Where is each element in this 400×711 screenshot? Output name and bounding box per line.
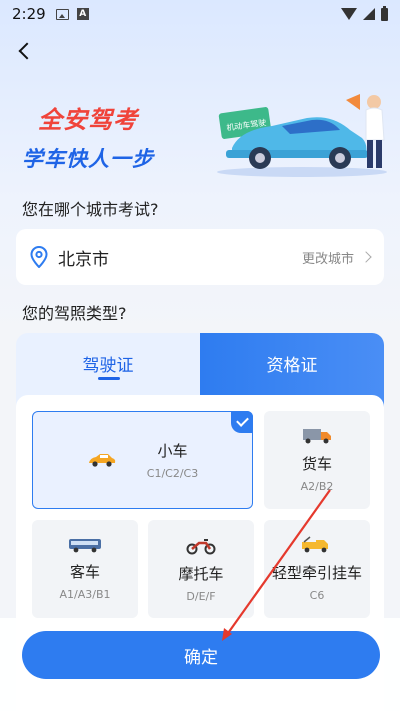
location-pin-icon — [30, 246, 48, 268]
truck-icon — [303, 429, 331, 444]
option-name: 摩托车 — [178, 565, 224, 583]
chevron-right-icon — [360, 251, 372, 263]
tab-driving-license[interactable]: 驾驶证 — [16, 333, 200, 393]
option-name: 小车 — [157, 442, 188, 460]
app-notification-icon: A — [76, 8, 89, 20]
banner-title: 全安驾考 — [38, 106, 138, 134]
status-right — [341, 5, 388, 21]
option-truck[interactable]: 货车 A2/B2 — [264, 411, 370, 509]
battery-icon — [381, 5, 388, 21]
option-codes: C1/C2/C3 — [146, 467, 199, 480]
change-city-label: 更改城市 — [301, 251, 354, 267]
signal-icon — [363, 8, 375, 20]
car-icon — [88, 454, 115, 467]
option-name: 轻型牵引挂车 — [271, 564, 362, 582]
car-illustration: 机动车驾驶 — [217, 94, 387, 177]
tab-qualification-cert[interactable]: 资格证 — [200, 333, 384, 393]
image-notification-icon — [55, 8, 69, 20]
back-arrow-icon — [18, 42, 36, 60]
license-question: 您的驾照类型? — [22, 304, 127, 323]
tow-truck-icon — [302, 536, 328, 553]
option-codes: C6 — [309, 589, 325, 602]
wifi-icon — [341, 8, 357, 20]
status-bar: 2:29 A — [0, 0, 400, 28]
back-button[interactable] — [12, 38, 36, 64]
option-bus[interactable]: 客车 A1/A3/B1 — [32, 520, 138, 618]
banner-slogan: 学车快人一步 — [22, 147, 154, 171]
city-name: 北京市 — [58, 249, 109, 270]
option-codes: A1/A3/B1 — [59, 588, 111, 601]
tab-label: 资格证 — [266, 355, 318, 376]
option-codes: A2/B2 — [300, 480, 334, 493]
option-car[interactable]: 小车 C1/C2/C3 — [32, 411, 253, 509]
city-question: 您在哪个城市考试? — [22, 200, 159, 219]
change-city-link[interactable]: 更改城市 — [301, 248, 372, 267]
confirm-label: 确定 — [184, 647, 218, 668]
tab-active-indicator — [98, 377, 120, 380]
city-selector[interactable]: 北京市 更改城市 — [16, 229, 384, 285]
option-motorcycle[interactable]: 摩托车 D/E/F — [148, 520, 254, 618]
option-codes: D/E/F — [186, 590, 216, 603]
option-name: 客车 — [69, 563, 100, 581]
tab-label: 驾驶证 — [82, 355, 134, 376]
option-light-trailer[interactable]: 轻型牵引挂车 C6 — [264, 520, 370, 618]
motorcycle-icon — [186, 539, 216, 555]
confirm-button[interactable]: 确定 — [22, 631, 380, 679]
status-time: 2:29 — [12, 5, 46, 23]
bus-icon — [69, 539, 101, 553]
option-name: 货车 — [301, 455, 332, 473]
checkmark-icon — [231, 411, 253, 433]
